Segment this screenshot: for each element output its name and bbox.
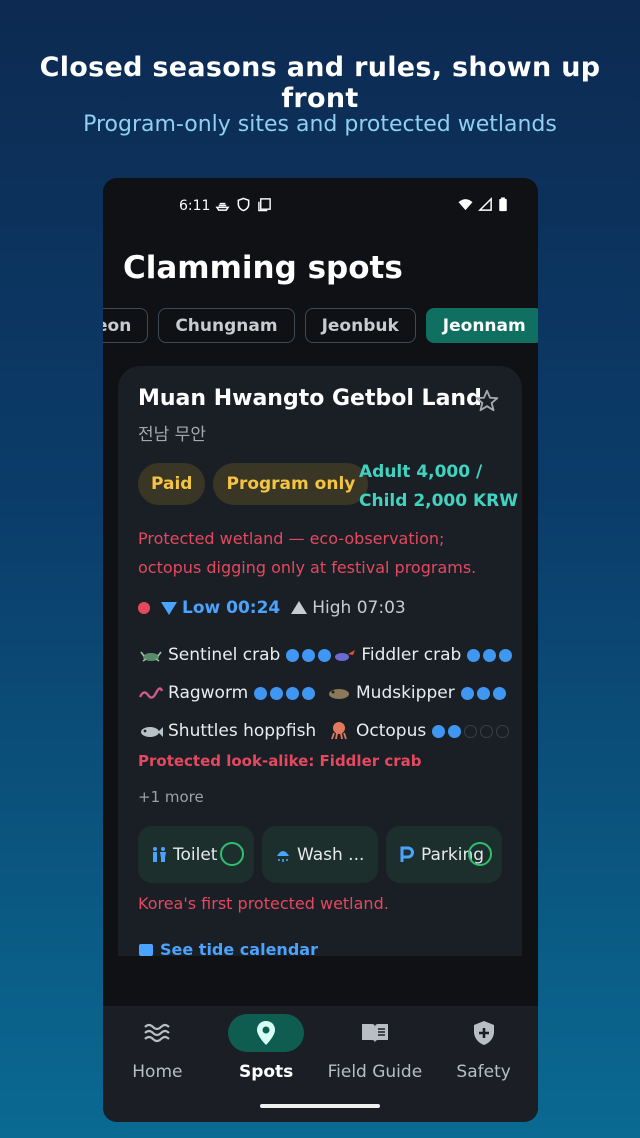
region-chip-partial[interactable]: eon	[103, 308, 149, 343]
species-item: Octopus	[326, 721, 510, 741]
badge-paid: Paid	[138, 463, 206, 505]
spot-note: Korea's first protected wetland.	[138, 894, 389, 913]
waves-icon	[144, 1023, 171, 1043]
region-filter-chips: eon Chungnam Jeonbuk Jeonnam	[103, 308, 538, 343]
amenity-toilet[interactable]: Toilet	[138, 826, 254, 883]
calendar-icon	[139, 944, 153, 956]
amenity-parking[interactable]: Parking	[386, 826, 502, 883]
status-left-icons	[215, 197, 272, 212]
region-chip-chungnam[interactable]: Chungnam	[158, 308, 295, 343]
battery-icon	[499, 197, 507, 212]
low-tide-icon	[161, 602, 177, 615]
species-item: Ragworm	[138, 683, 326, 703]
nav-label: Field Guide	[327, 1062, 423, 1082]
page-title: Clamming spots	[123, 250, 403, 286]
gesture-home-bar[interactable]	[260, 1104, 380, 1108]
shield-plus-icon	[473, 1021, 494, 1045]
amenities-row: Toilet Wash ... Parking	[138, 826, 502, 883]
phone-screen: 6:11 Clamming spots eon Chungnam Jeonbuk…	[103, 178, 538, 1122]
low-tide-time: Low 00:24	[182, 598, 281, 618]
location-pin-icon	[257, 1021, 276, 1045]
crab-icon	[140, 651, 162, 662]
fiddler-crab-icon	[335, 650, 356, 661]
species-name: Sentinel crab	[168, 645, 281, 665]
high-tide-time: High 07:03	[312, 598, 406, 618]
species-list: Sentinel crab Fiddler crab Ragworm Mudsk…	[138, 636, 518, 750]
species-name: Ragworm	[168, 683, 249, 703]
amenity-label: Toilet	[173, 844, 218, 865]
nav-home[interactable]: Home	[103, 1006, 212, 1122]
species-item: Mudskipper	[326, 683, 506, 703]
signal-icon	[478, 197, 492, 211]
nav-safety[interactable]: Safety	[429, 1006, 538, 1122]
amenity-label: Wash ...	[297, 844, 365, 865]
fish-icon	[141, 727, 163, 737]
nav-label: Safety	[456, 1062, 511, 1082]
abundance-dots	[254, 686, 316, 700]
nav-label: Home	[132, 1062, 183, 1082]
tide-calendar-label: See tide calendar	[160, 940, 318, 956]
spot-region: 전남 무안	[138, 425, 206, 445]
book-icon	[361, 1024, 388, 1043]
parking-icon	[400, 846, 414, 862]
species-item: Sentinel crab	[138, 645, 332, 665]
abundance-dots	[460, 686, 506, 700]
available-indicator	[468, 842, 492, 866]
region-chip-jeonbuk[interactable]: Jeonbuk	[304, 308, 416, 343]
octopus-icon	[331, 722, 347, 740]
toilet-icon	[153, 846, 166, 862]
available-indicator	[220, 842, 244, 866]
badge-program-only: Program only	[213, 463, 369, 505]
species-name: Mudskipper	[356, 683, 455, 703]
protection-warning: Protected wetland — eco-observation; oct…	[138, 529, 477, 577]
species-name: Shuttles hoppfish	[168, 721, 317, 741]
region-chip-jeonnam[interactable]: Jeonnam	[425, 308, 538, 343]
promo-title: Closed seasons and rules, shown up front	[39, 52, 601, 114]
shower-icon	[277, 850, 289, 862]
species-item: Shuttles hoppfish	[138, 721, 326, 741]
mudskipper-icon	[329, 689, 349, 699]
tide-status-dot	[138, 602, 150, 614]
nav-label: Spots	[238, 1062, 294, 1082]
high-tide-icon	[291, 601, 308, 614]
species-item: Fiddler crab	[331, 645, 513, 665]
price-line-adult: Adult 4,000 /	[359, 462, 483, 482]
spot-badges: Paid Program only	[138, 463, 369, 505]
promo-subtitle: Program-only sites and protected wetland…	[83, 112, 557, 137]
price-line-child: Child 2,000 KRW	[359, 491, 519, 511]
spot-name: Muan Hwangto Getbol Land	[138, 386, 482, 411]
price-info: Adult 4,000 / Child 2,000 KRW	[359, 458, 518, 516]
abundance-dots	[286, 648, 332, 662]
boat-icon	[215, 202, 230, 211]
wifi-icon	[458, 199, 473, 211]
species-name: Octopus	[356, 721, 427, 741]
screen-copy-icon	[258, 198, 271, 212]
status-bar: 6:11	[103, 178, 538, 234]
worm-icon	[138, 687, 164, 699]
lookalike-warning: Protected look-alike: Fiddler crab	[138, 752, 422, 770]
status-time: 6:11	[179, 198, 211, 214]
abundance-dots	[467, 648, 513, 662]
tide-info: Low 00:24 High 07:03	[138, 598, 406, 618]
abundance-dots	[432, 724, 510, 738]
species-name: Fiddler crab	[361, 645, 462, 665]
favorite-star-icon[interactable]	[474, 388, 500, 414]
spot-card[interactable]: Muan Hwangto Getbol Land 전남 무안 Paid Prog…	[118, 366, 522, 956]
more-species-link[interactable]: +1 more	[138, 788, 204, 806]
status-right-icons	[458, 197, 508, 212]
shield-icon	[237, 197, 250, 212]
amenity-wash[interactable]: Wash ...	[262, 826, 378, 883]
tide-calendar-link[interactable]: See tide calendar	[138, 940, 318, 956]
